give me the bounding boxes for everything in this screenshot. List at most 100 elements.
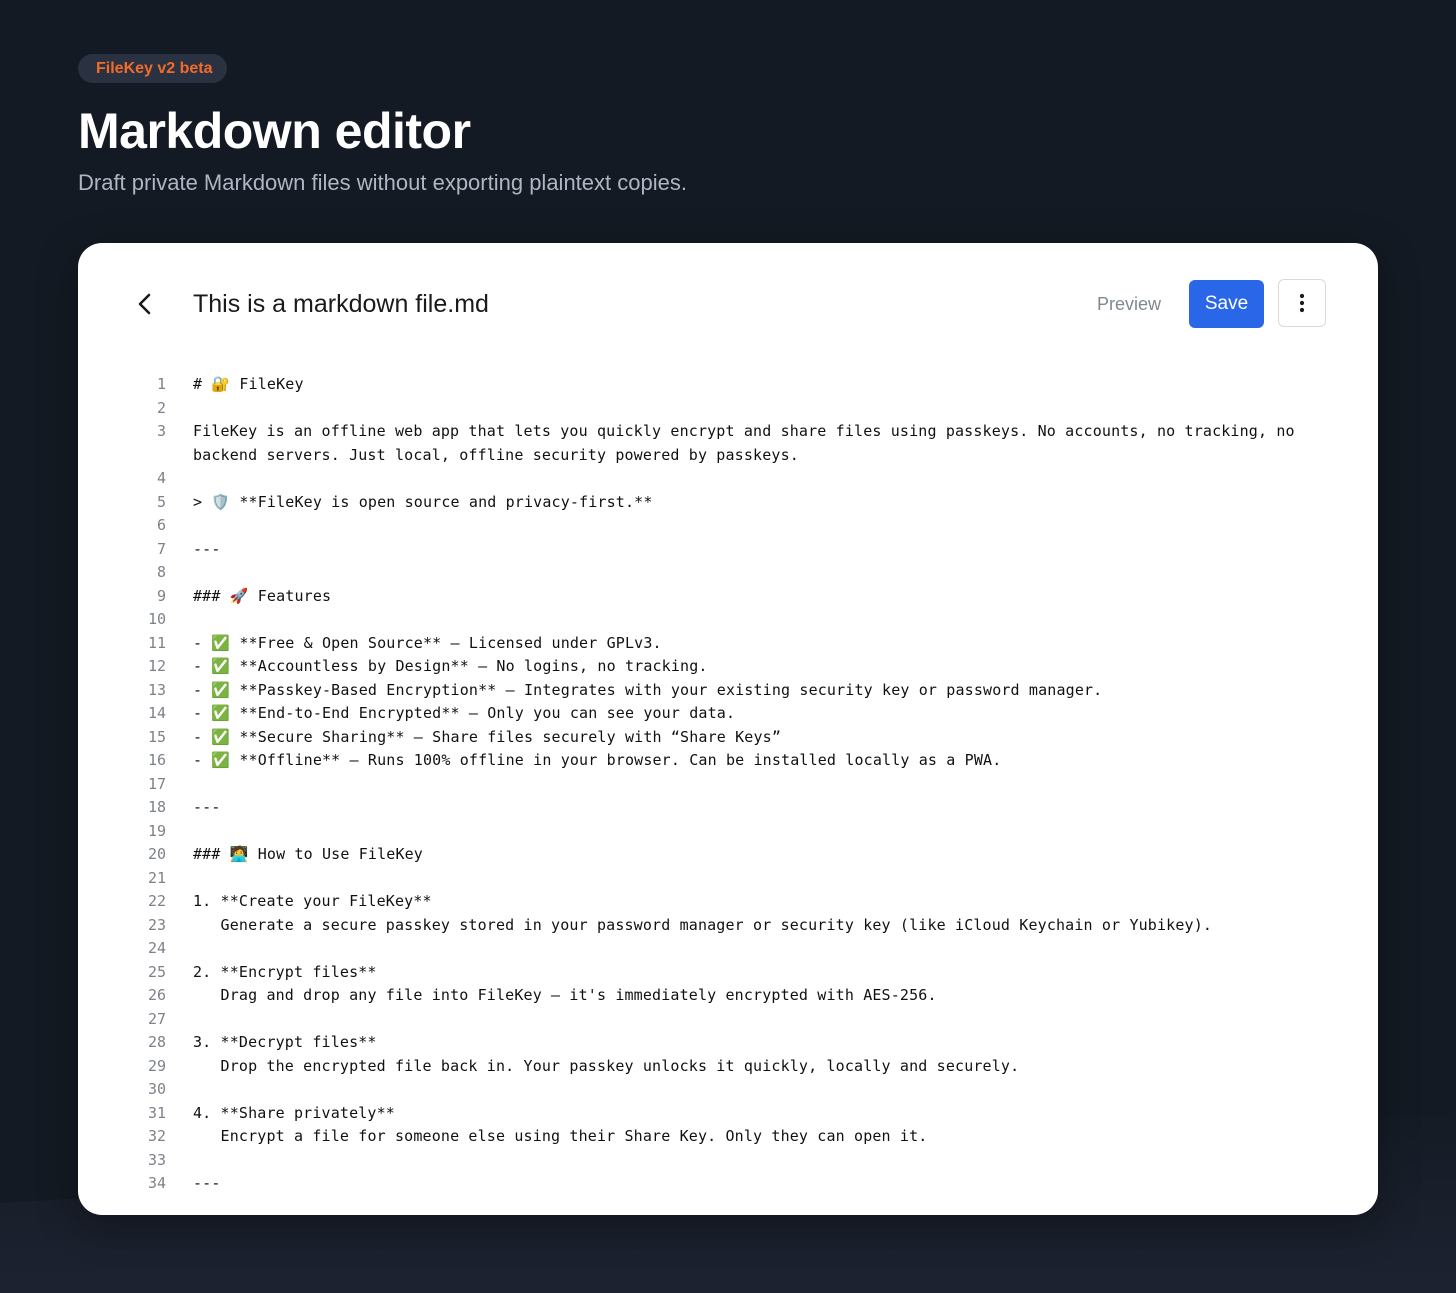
editor-line[interactable]: 28 3. **Decrypt files** (78, 1031, 1378, 1055)
line-text[interactable] (193, 561, 1303, 585)
line-text[interactable]: Drag and drop any file into FileKey – it… (193, 984, 1303, 1008)
line-number: 24 (147, 939, 166, 957)
line-number: 20 (147, 845, 166, 863)
line-text[interactable]: ### 🧑‍💻 How to Use FileKey (193, 843, 1303, 867)
line-number: 22 (147, 892, 166, 910)
line-text[interactable]: 2. **Encrypt files** (193, 961, 1303, 985)
line-text[interactable] (193, 1008, 1303, 1032)
hero-section: FileKey v2 beta Markdown editor Draft pr… (78, 54, 687, 197)
editor-line[interactable]: 14 - ✅ **End-to-End Encrypted** – Only yo… (78, 702, 1378, 726)
more-options-button[interactable] (1278, 279, 1326, 327)
editor-line[interactable]: 24 (78, 937, 1378, 961)
line-text[interactable]: - ✅ **Passkey-Based Encryption** – Integ… (193, 679, 1303, 703)
editor-line[interactable]: 33 (78, 1149, 1378, 1173)
editor-line[interactable]: 30 (78, 1078, 1378, 1102)
line-number: 1 (156, 375, 166, 393)
editor-line[interactable]: 10 (78, 608, 1378, 632)
editor-line[interactable]: 34 --- (78, 1172, 1378, 1196)
line-text[interactable]: - ✅ **Accountless by Design** – No login… (193, 655, 1303, 679)
editor-line[interactable]: 15 - ✅ **Secure Sharing** – Share files s… (78, 726, 1378, 750)
line-number: 15 (147, 727, 166, 746)
editor-line[interactable]: 1 # 🔐 FileKey (78, 373, 1378, 397)
editor-line[interactable]: 9 ### 🚀 Features (78, 585, 1378, 609)
line-text[interactable]: 3. **Decrypt files** (193, 1031, 1303, 1055)
markdown-editor[interactable]: 1 # 🔐 FileKey 2 3 FileKey is an offline web … (78, 373, 1378, 1196)
line-text[interactable]: 1. **Create your FileKey** (193, 890, 1303, 914)
page-title: Markdown editor (78, 103, 471, 159)
line-number: 13 (147, 680, 166, 699)
line-text[interactable]: - ✅ **Secure Sharing** – Share files sec… (193, 726, 1303, 750)
line-text[interactable] (193, 1149, 1303, 1173)
editor-line[interactable]: 8 (78, 561, 1378, 585)
line-number: 25 (147, 962, 166, 981)
editor-line[interactable]: 6 (78, 514, 1378, 538)
line-number: 4 (156, 469, 166, 487)
editor-line[interactable]: 12 - ✅ **Accountless by Design** – No log… (78, 655, 1378, 679)
editor-line[interactable]: 29 Drop the encrypted file back in. Your… (78, 1055, 1378, 1079)
page-subtitle: Draft private Markdown files without exp… (78, 170, 687, 195)
vertical-ellipsis-icon (1299, 293, 1305, 313)
line-text[interactable] (193, 820, 1303, 844)
editor-line[interactable]: 5 > 🛡️ **FileKey is open source and priva… (78, 491, 1378, 515)
line-text[interactable] (193, 467, 1303, 491)
preview-button[interactable]: Preview (1086, 289, 1172, 319)
line-text[interactable]: Drop the encrypted file back in. Your pa… (193, 1055, 1303, 1079)
editor-line[interactable]: 2 (78, 397, 1378, 421)
line-text[interactable]: Encrypt a file for someone else using th… (193, 1125, 1303, 1149)
save-button[interactable]: Save (1189, 280, 1264, 328)
line-text[interactable]: FileKey is an offline web app that lets … (193, 420, 1303, 467)
line-number: 18 (147, 798, 166, 816)
editor-line[interactable]: 26 Drag and drop any file into FileKey –… (78, 984, 1378, 1008)
editor-line[interactable]: 3 FileKey is an offline web app that lets… (78, 420, 1378, 467)
line-text[interactable]: --- (193, 1172, 1303, 1196)
line-number: 26 (147, 986, 166, 1004)
editor-line[interactable]: 32 Encrypt a file for someone else using… (78, 1125, 1378, 1149)
editor-line[interactable]: 18 --- (78, 796, 1378, 820)
line-text[interactable]: ### 🚀 Features (193, 585, 1303, 609)
line-number: 12 (147, 657, 166, 675)
line-text[interactable]: --- (193, 796, 1303, 820)
editor-line[interactable]: 22 1. **Create your FileKey** (78, 890, 1378, 914)
line-text[interactable] (193, 773, 1303, 797)
editor-line[interactable]: 7 --- (78, 538, 1378, 562)
editor-line[interactable]: 16 - ✅ **Offline** – Runs 100% offline in… (78, 749, 1378, 773)
line-text[interactable] (193, 397, 1303, 421)
line-number: 6 (156, 516, 166, 534)
editor-line[interactable]: 23 Generate a secure passkey stored in y… (78, 914, 1378, 938)
file-name[interactable]: This is a markdown file.md (193, 289, 489, 319)
chevron-left-icon (138, 293, 151, 315)
line-text[interactable]: > 🛡️ **FileKey is open source and privac… (193, 491, 1303, 515)
line-text[interactable]: - ✅ **Free & Open Source** – Licensed un… (193, 632, 1303, 656)
line-number: 9 (156, 586, 166, 605)
editor-line[interactable]: 25 2. **Encrypt files** (78, 961, 1378, 985)
line-text[interactable]: - ✅ **End-to-End Encrypted** – Only you … (193, 702, 1303, 726)
line-number: 28 (147, 1033, 166, 1051)
line-number: 19 (147, 821, 166, 840)
back-button[interactable] (130, 289, 160, 319)
line-text[interactable]: # 🔐 FileKey (193, 373, 1303, 397)
line-number: 21 (147, 868, 166, 887)
editor-line[interactable]: 21 (78, 867, 1378, 891)
line-text[interactable]: Generate a secure passkey stored in your… (193, 914, 1303, 938)
editor-line[interactable]: 31 4. **Share privately** (78, 1102, 1378, 1126)
line-number: 2 (156, 398, 166, 417)
editor-line[interactable]: 19 (78, 820, 1378, 844)
line-text[interactable]: --- (193, 538, 1303, 562)
line-number: 31 (147, 1103, 166, 1122)
editor-line[interactable]: 17 (78, 773, 1378, 797)
line-number: 23 (147, 915, 166, 934)
line-number: 14 (147, 704, 166, 722)
editor-line[interactable]: 27 (78, 1008, 1378, 1032)
line-text[interactable] (193, 608, 1303, 632)
line-text[interactable]: 4. **Share privately** (193, 1102, 1303, 1126)
line-text[interactable] (193, 514, 1303, 538)
line-text[interactable] (193, 1078, 1303, 1102)
editor-line[interactable]: 11 - ✅ **Free & Open Source** – Licensed … (78, 632, 1378, 656)
editor-line[interactable]: 4 (78, 467, 1378, 491)
line-text[interactable] (193, 937, 1303, 961)
line-text[interactable]: - ✅ **Offline** – Runs 100% offline in y… (193, 749, 1303, 773)
editor-line[interactable]: 20 ### 🧑‍💻 How to Use FileKey (78, 843, 1378, 867)
line-text[interactable] (193, 867, 1303, 891)
line-number: 32 (147, 1127, 166, 1145)
editor-line[interactable]: 13 - ✅ **Passkey-Based Encryption** – Int… (78, 679, 1378, 703)
